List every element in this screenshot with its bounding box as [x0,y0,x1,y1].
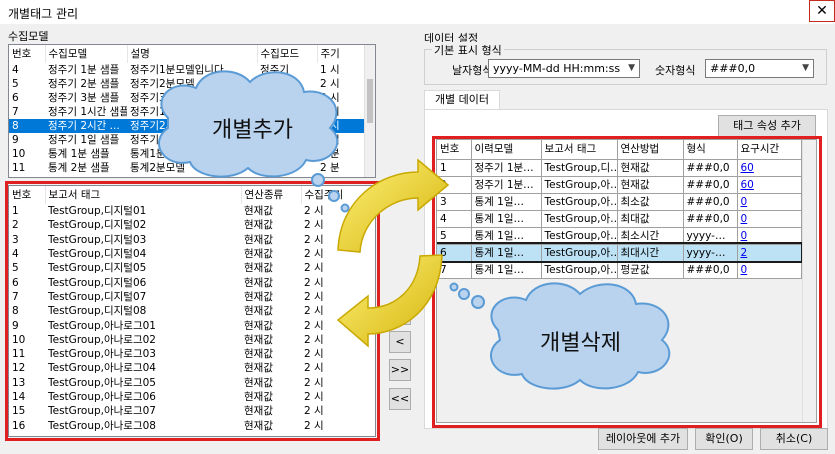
delete-callout-text: 개별삭제 [540,331,621,356]
arrow-right-icon [337,158,450,253]
add-callout-text: 개별추가 [212,118,293,143]
arrow-left-icon [336,254,443,348]
annotation-overlay [158,70,671,390]
